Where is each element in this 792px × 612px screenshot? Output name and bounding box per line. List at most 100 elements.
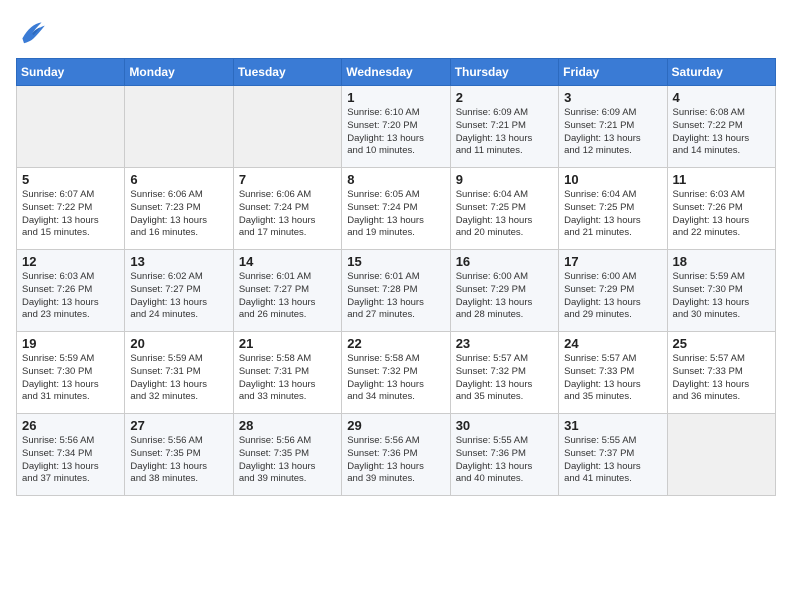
calendar-cell: 13 Sunrise: 6:02 AM Sunset: 7:27 PM Dayli…: [125, 250, 233, 332]
day-number: 18: [673, 254, 770, 269]
calendar-cell: 8 Sunrise: 6:05 AM Sunset: 7:24 PM Daylig…: [342, 168, 450, 250]
day-number: 9: [456, 172, 553, 187]
calendar-cell: 3Sunrise: 6:09 AM Sunset: 7:21 PM Daylig…: [559, 86, 667, 168]
calendar-cell: 15 Sunrise: 6:01 AM Sunset: 7:28 PM Dayli…: [342, 250, 450, 332]
calendar-cell: 23Sunrise: 5:57 AM Sunset: 7:32 PM Dayli…: [450, 332, 558, 414]
day-info: Sunrise: 5:59 AM Sunset: 7:30 PM Dayligh…: [673, 271, 770, 322]
calendar-week-row: 19Sunrise: 5:59 AM Sunset: 7:30 PM Dayli…: [17, 332, 776, 414]
logo-icon: [16, 16, 48, 48]
calendar-cell: 20Sunrise: 5:59 AM Sunset: 7:31 PM Dayli…: [125, 332, 233, 414]
day-info: Sunrise: 6:00 AM Sunset: 7:29 PM Dayligh…: [456, 271, 553, 322]
calendar-cell: 2 Sunrise: 6:09 AM Sunset: 7:21 PM Daylig…: [450, 86, 558, 168]
day-info: Sunrise: 6:01 AM Sunset: 7:27 PM Dayligh…: [239, 271, 336, 322]
day-number: 11: [673, 172, 770, 187]
day-number: 29: [347, 418, 444, 433]
day-number: 27: [130, 418, 227, 433]
day-number: 10: [564, 172, 661, 187]
page-header: [16, 16, 776, 48]
calendar-cell: 25 Sunrise: 5:57 AM Sunset: 7:33 PM Dayli…: [667, 332, 775, 414]
day-info: Sunrise: 6:04 AM Sunset: 7:25 PM Dayligh…: [456, 189, 553, 240]
logo: [16, 16, 52, 48]
calendar-week-row: 1 Sunrise: 6:10 AM Sunset: 7:20 PM Daylig…: [17, 86, 776, 168]
day-number: 3: [564, 90, 661, 105]
day-info: Sunrise: 5:56 AM Sunset: 7:36 PM Dayligh…: [347, 435, 444, 486]
calendar-cell: 24Sunrise: 5:57 AM Sunset: 7:33 PM Dayli…: [559, 332, 667, 414]
day-number: 21: [239, 336, 336, 351]
day-info: Sunrise: 6:01 AM Sunset: 7:28 PM Dayligh…: [347, 271, 444, 322]
calendar-cell: 10 Sunrise: 6:04 AM Sunset: 7:25 PM Dayli…: [559, 168, 667, 250]
weekday-header-cell: Friday: [559, 59, 667, 86]
calendar-cell: 19Sunrise: 5:59 AM Sunset: 7:30 PM Dayli…: [17, 332, 125, 414]
day-info: Sunrise: 6:04 AM Sunset: 7:25 PM Dayligh…: [564, 189, 661, 240]
calendar-cell: 27 Sunrise: 5:56 AM Sunset: 7:35 PM Dayli…: [125, 414, 233, 496]
calendar-cell: [17, 86, 125, 168]
day-number: 16: [456, 254, 553, 269]
day-info: Sunrise: 5:59 AM Sunset: 7:31 PM Dayligh…: [130, 353, 227, 404]
calendar-cell: 26 Sunrise: 5:56 AM Sunset: 7:34 PM Dayli…: [17, 414, 125, 496]
day-number: 19: [22, 336, 119, 351]
calendar-week-row: 12 Sunrise: 6:03 AM Sunset: 7:26 PM Dayli…: [17, 250, 776, 332]
day-number: 23: [456, 336, 553, 351]
weekday-header-row: SundayMondayTuesdayWednesdayThursdayFrid…: [17, 59, 776, 86]
calendar-cell: 28 Sunrise: 5:56 AM Sunset: 7:35 PM Dayli…: [233, 414, 341, 496]
calendar-cell: 12 Sunrise: 6:03 AM Sunset: 7:26 PM Dayli…: [17, 250, 125, 332]
day-info: Sunrise: 5:56 AM Sunset: 7:34 PM Dayligh…: [22, 435, 119, 486]
day-number: 26: [22, 418, 119, 433]
day-number: 2: [456, 90, 553, 105]
calendar-cell: 5 Sunrise: 6:07 AM Sunset: 7:22 PM Daylig…: [17, 168, 125, 250]
day-info: Sunrise: 6:06 AM Sunset: 7:24 PM Dayligh…: [239, 189, 336, 240]
weekday-header-cell: Saturday: [667, 59, 775, 86]
calendar-body: 1 Sunrise: 6:10 AM Sunset: 7:20 PM Daylig…: [17, 86, 776, 496]
calendar-cell: 4Sunrise: 6:08 AM Sunset: 7:22 PM Daylig…: [667, 86, 775, 168]
day-number: 8: [347, 172, 444, 187]
day-number: 12: [22, 254, 119, 269]
calendar-cell: 21Sunrise: 5:58 AM Sunset: 7:31 PM Dayli…: [233, 332, 341, 414]
calendar-cell: 29 Sunrise: 5:56 AM Sunset: 7:36 PM Dayli…: [342, 414, 450, 496]
calendar-cell: 16 Sunrise: 6:00 AM Sunset: 7:29 PM Dayli…: [450, 250, 558, 332]
calendar-cell: 18 Sunrise: 5:59 AM Sunset: 7:30 PM Dayli…: [667, 250, 775, 332]
day-info: Sunrise: 6:07 AM Sunset: 7:22 PM Dayligh…: [22, 189, 119, 240]
day-number: 1: [347, 90, 444, 105]
weekday-header-cell: Sunday: [17, 59, 125, 86]
day-number: 31: [564, 418, 661, 433]
day-info: Sunrise: 6:08 AM Sunset: 7:22 PM Dayligh…: [673, 107, 770, 158]
day-info: Sunrise: 5:57 AM Sunset: 7:33 PM Dayligh…: [673, 353, 770, 404]
calendar-cell: 22 Sunrise: 5:58 AM Sunset: 7:32 PM Dayli…: [342, 332, 450, 414]
calendar-cell: [125, 86, 233, 168]
calendar-cell: [233, 86, 341, 168]
day-info: Sunrise: 5:58 AM Sunset: 7:32 PM Dayligh…: [347, 353, 444, 404]
day-info: Sunrise: 5:56 AM Sunset: 7:35 PM Dayligh…: [239, 435, 336, 486]
calendar-week-row: 26 Sunrise: 5:56 AM Sunset: 7:34 PM Dayli…: [17, 414, 776, 496]
calendar-cell: 31 Sunrise: 5:55 AM Sunset: 7:37 PM Dayli…: [559, 414, 667, 496]
day-info: Sunrise: 6:03 AM Sunset: 7:26 PM Dayligh…: [22, 271, 119, 322]
day-number: 17: [564, 254, 661, 269]
day-number: 6: [130, 172, 227, 187]
day-number: 24: [564, 336, 661, 351]
calendar-table: SundayMondayTuesdayWednesdayThursdayFrid…: [16, 58, 776, 496]
weekday-header-cell: Tuesday: [233, 59, 341, 86]
day-info: Sunrise: 6:00 AM Sunset: 7:29 PM Dayligh…: [564, 271, 661, 322]
day-number: 28: [239, 418, 336, 433]
day-info: Sunrise: 6:05 AM Sunset: 7:24 PM Dayligh…: [347, 189, 444, 240]
calendar-week-row: 5 Sunrise: 6:07 AM Sunset: 7:22 PM Daylig…: [17, 168, 776, 250]
day-number: 22: [347, 336, 444, 351]
day-info: Sunrise: 6:10 AM Sunset: 7:20 PM Dayligh…: [347, 107, 444, 158]
weekday-header-cell: Monday: [125, 59, 233, 86]
calendar-cell: 6 Sunrise: 6:06 AM Sunset: 7:23 PM Daylig…: [125, 168, 233, 250]
day-number: 25: [673, 336, 770, 351]
day-number: 5: [22, 172, 119, 187]
calendar-cell: 30Sunrise: 5:55 AM Sunset: 7:36 PM Dayli…: [450, 414, 558, 496]
day-info: Sunrise: 6:02 AM Sunset: 7:27 PM Dayligh…: [130, 271, 227, 322]
day-number: 15: [347, 254, 444, 269]
day-info: Sunrise: 5:55 AM Sunset: 7:36 PM Dayligh…: [456, 435, 553, 486]
weekday-header-cell: Thursday: [450, 59, 558, 86]
day-number: 7: [239, 172, 336, 187]
day-info: Sunrise: 6:09 AM Sunset: 7:21 PM Dayligh…: [456, 107, 553, 158]
day-number: 13: [130, 254, 227, 269]
day-info: Sunrise: 6:06 AM Sunset: 7:23 PM Dayligh…: [130, 189, 227, 240]
calendar-cell: 7 Sunrise: 6:06 AM Sunset: 7:24 PM Daylig…: [233, 168, 341, 250]
calendar-cell: 11Sunrise: 6:03 AM Sunset: 7:26 PM Dayli…: [667, 168, 775, 250]
day-info: Sunrise: 5:55 AM Sunset: 7:37 PM Dayligh…: [564, 435, 661, 486]
calendar-cell: [667, 414, 775, 496]
day-info: Sunrise: 5:56 AM Sunset: 7:35 PM Dayligh…: [130, 435, 227, 486]
